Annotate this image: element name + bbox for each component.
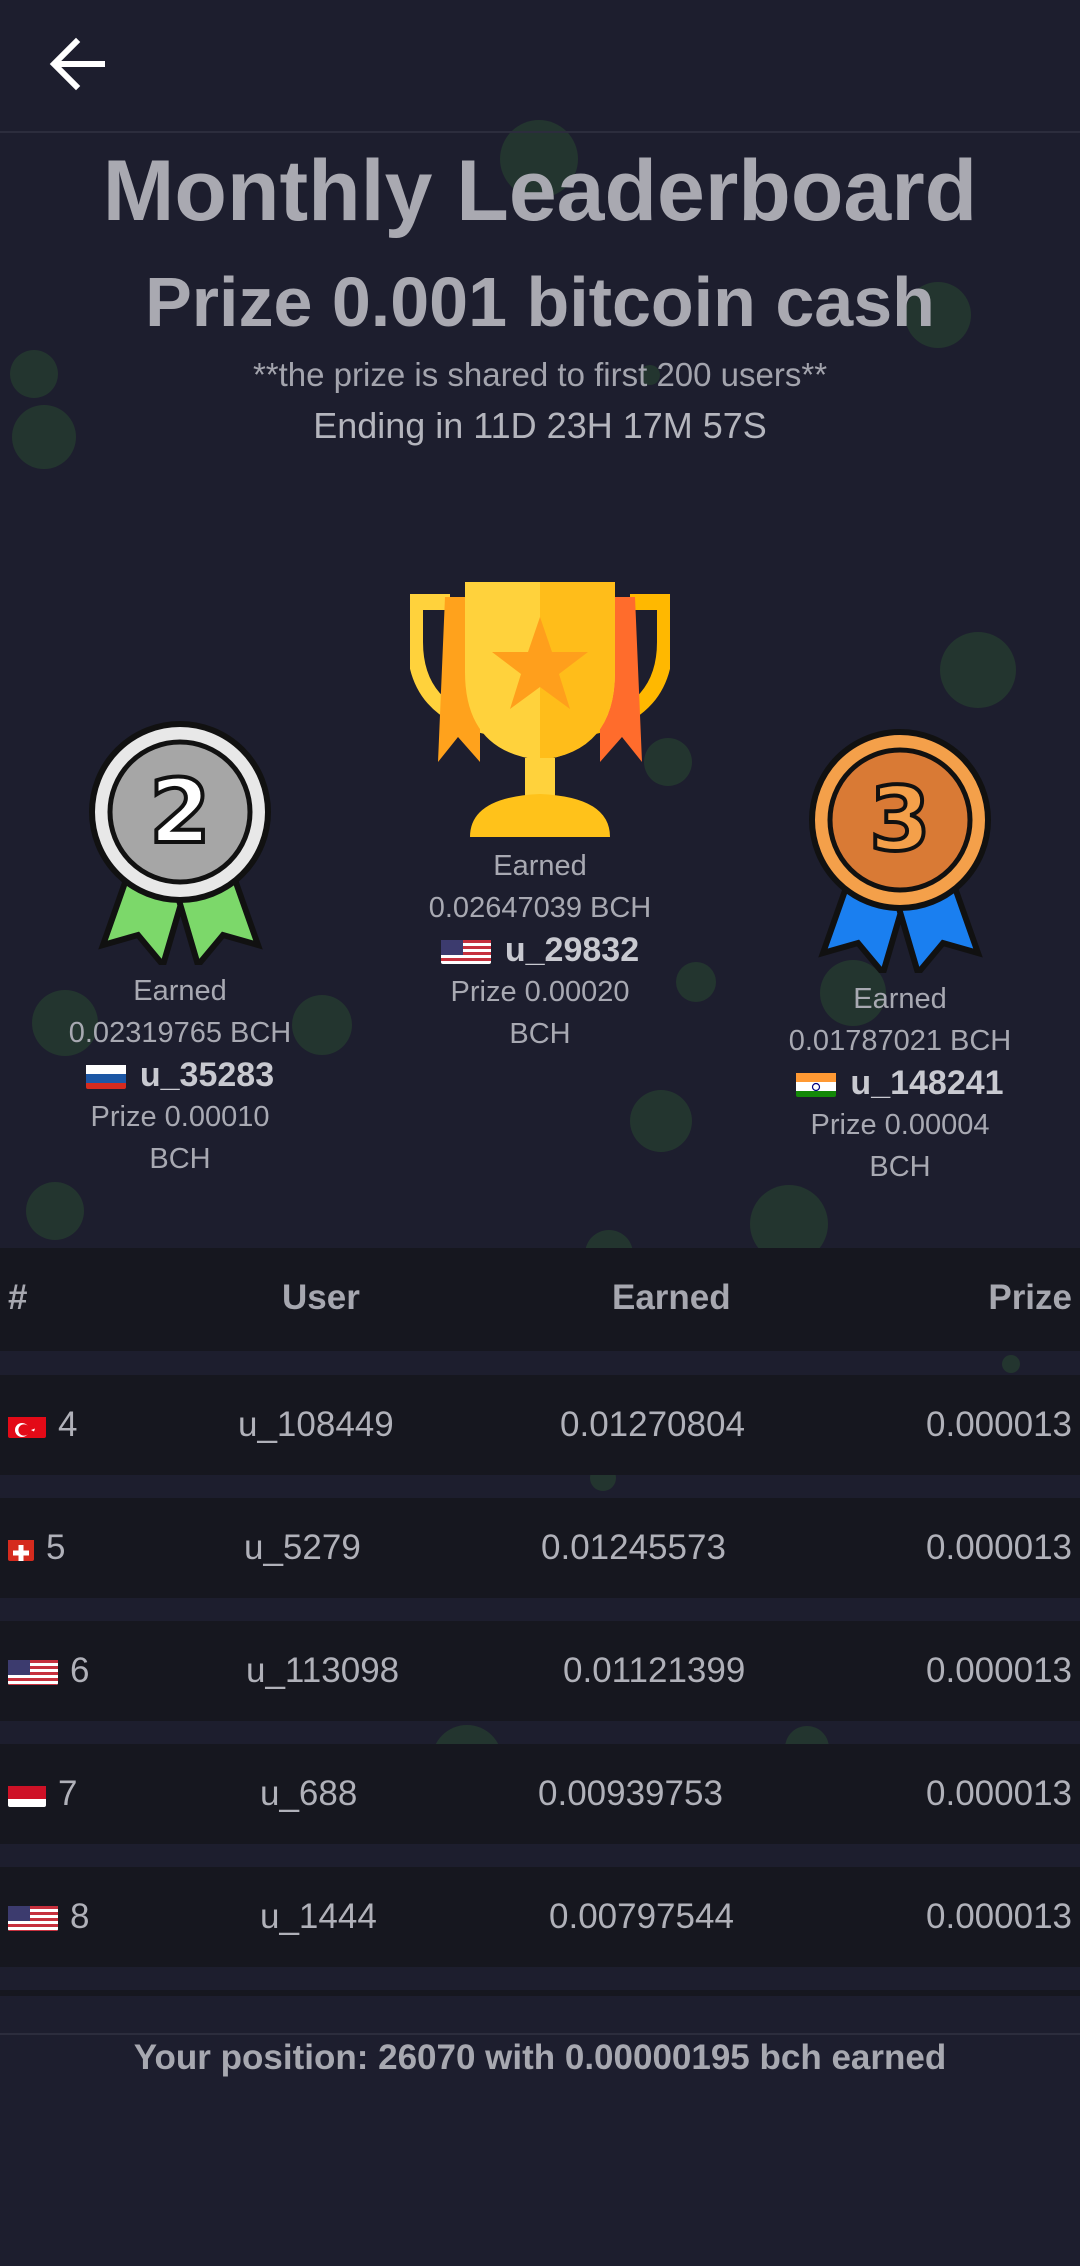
column-header-user: User <box>282 1278 360 1317</box>
podium-third: Earned 0.01787021 BCH u_148241 Prize 0.0… <box>760 978 1040 1188</box>
flag-id-icon <box>8 1781 46 1807</box>
footer-divider <box>0 2033 1080 2035</box>
user-cell: u_1444 <box>260 1897 377 1936</box>
earned-value: 0.01787021 BCH <box>788 1025 1012 1057</box>
prize-share-note: **the prize is shared to first 200 users… <box>252 356 828 393</box>
prize-value: Prize 0.00004 <box>810 1109 990 1141</box>
prize-value: Prize 0.00010 <box>90 1101 270 1133</box>
table-row[interactable]: 4 u_108449 0.01270804 0.000013 <box>0 1375 1080 1475</box>
rank-cell: 6 <box>8 1621 89 1721</box>
earned-value: 0.02647039 BCH <box>428 892 652 924</box>
prize-heading: Prize 0.001 bitcoin cash <box>145 263 935 341</box>
earned-value: 0.02319765 BCH <box>68 1017 292 1049</box>
prize-cell: 0.000013 <box>926 1774 1072 1813</box>
your-position-text: Your position: 26070 with 0.00000195 bch… <box>133 2038 947 2077</box>
flag-ch-icon <box>8 1535 34 1561</box>
table-row[interactable]: 6 u_113098 0.01121399 0.000013 <box>0 1621 1080 1721</box>
top-app-bar <box>0 0 1080 133</box>
earned-cell: 0.01245573 <box>541 1528 726 1567</box>
background-bubble <box>940 632 1016 708</box>
table-row[interactable]: 8 u_1444 0.00797544 0.000013 <box>0 1867 1080 1967</box>
earned-cell: 0.01270804 <box>560 1405 745 1444</box>
page-title: Monthly Leaderboard <box>102 143 978 239</box>
arrow-back-icon <box>49 37 105 91</box>
prize-cell: 0.000013 <box>926 1897 1072 1936</box>
countdown-timer: Ending in 11D 23H 17M 57S <box>313 405 767 446</box>
prize-unit: BCH <box>509 1018 571 1050</box>
podium-second: Earned 0.02319765 BCH u_35283 Prize 0.00… <box>40 970 320 1180</box>
rank-cell: 4 <box>8 1375 77 1475</box>
user-cell: u_113098 <box>246 1651 400 1690</box>
flag-us-icon <box>440 936 491 964</box>
earned-cell: 0.00797544 <box>549 1897 734 1936</box>
table-header: # User Earned Prize <box>0 1248 1080 1351</box>
table-row-partial <box>0 1990 1080 1996</box>
medal-number: 2 <box>149 760 210 863</box>
flag-ru-icon <box>85 1061 126 1089</box>
flag-us-icon <box>8 1657 58 1685</box>
earned-cell: 0.00939753 <box>538 1774 723 1813</box>
earned-cell: 0.01121399 <box>563 1651 746 1690</box>
user-cell: u_108449 <box>238 1405 394 1444</box>
user-row: u_148241 <box>760 1062 1040 1104</box>
back-button[interactable] <box>44 34 114 94</box>
silver-medal-icon: 2 <box>88 720 273 972</box>
column-header-earned: Earned <box>612 1278 731 1317</box>
column-header-prize: Prize <box>988 1278 1072 1317</box>
flag-tr-icon <box>8 1412 46 1438</box>
earned-label: Earned <box>133 975 227 1007</box>
prize-cell: 0.000013 <box>926 1651 1072 1690</box>
username: u_29832 <box>504 931 640 969</box>
user-row: u_35283 <box>40 1054 320 1096</box>
prize-cell: 0.000013 <box>926 1405 1072 1444</box>
rank-number: 6 <box>70 1651 90 1690</box>
rank-number: 7 <box>58 1774 78 1813</box>
flag-us-icon <box>8 1903 58 1931</box>
prize-unit: BCH <box>869 1151 931 1183</box>
prize-cell: 0.000013 <box>926 1528 1072 1567</box>
podium-first: Earned 0.02647039 BCH u_29832 Prize 0.00… <box>370 845 710 1055</box>
earned-label: Earned <box>493 850 587 882</box>
user-cell: u_688 <box>260 1774 358 1813</box>
user-row: u_29832 <box>370 929 710 971</box>
leaderboard-screen: Monthly Leaderboard Prize 0.001 bitcoin … <box>0 0 1080 2266</box>
table-row[interactable]: 7 u_688 0.00939753 0.000013 <box>0 1744 1080 1844</box>
username: u_35283 <box>139 1056 275 1094</box>
bronze-medal-icon: 3 <box>808 728 993 980</box>
medal-number: 3 <box>869 768 930 871</box>
rank-cell: 8 <box>8 1867 89 1967</box>
rank-number: 5 <box>46 1528 66 1567</box>
rank-cell: 5 <box>8 1498 65 1598</box>
prize-value: Prize 0.00020 <box>450 976 630 1008</box>
background-bubble <box>630 1090 692 1152</box>
background-bubble <box>26 1182 84 1240</box>
earned-label: Earned <box>853 983 947 1015</box>
flag-in-icon <box>796 1069 837 1097</box>
rank-number: 8 <box>70 1897 90 1936</box>
prize-unit: BCH <box>149 1143 211 1175</box>
table-row[interactable]: 5 u_5279 0.01245573 0.000013 <box>0 1498 1080 1598</box>
username: u_148241 <box>850 1064 1004 1102</box>
column-header-rank: # <box>8 1278 28 1317</box>
rank-cell: 7 <box>8 1744 77 1844</box>
trophy-icon <box>407 582 673 837</box>
user-cell: u_5279 <box>244 1528 361 1567</box>
background-bubble <box>1002 1355 1020 1373</box>
rank-number: 4 <box>58 1405 78 1444</box>
